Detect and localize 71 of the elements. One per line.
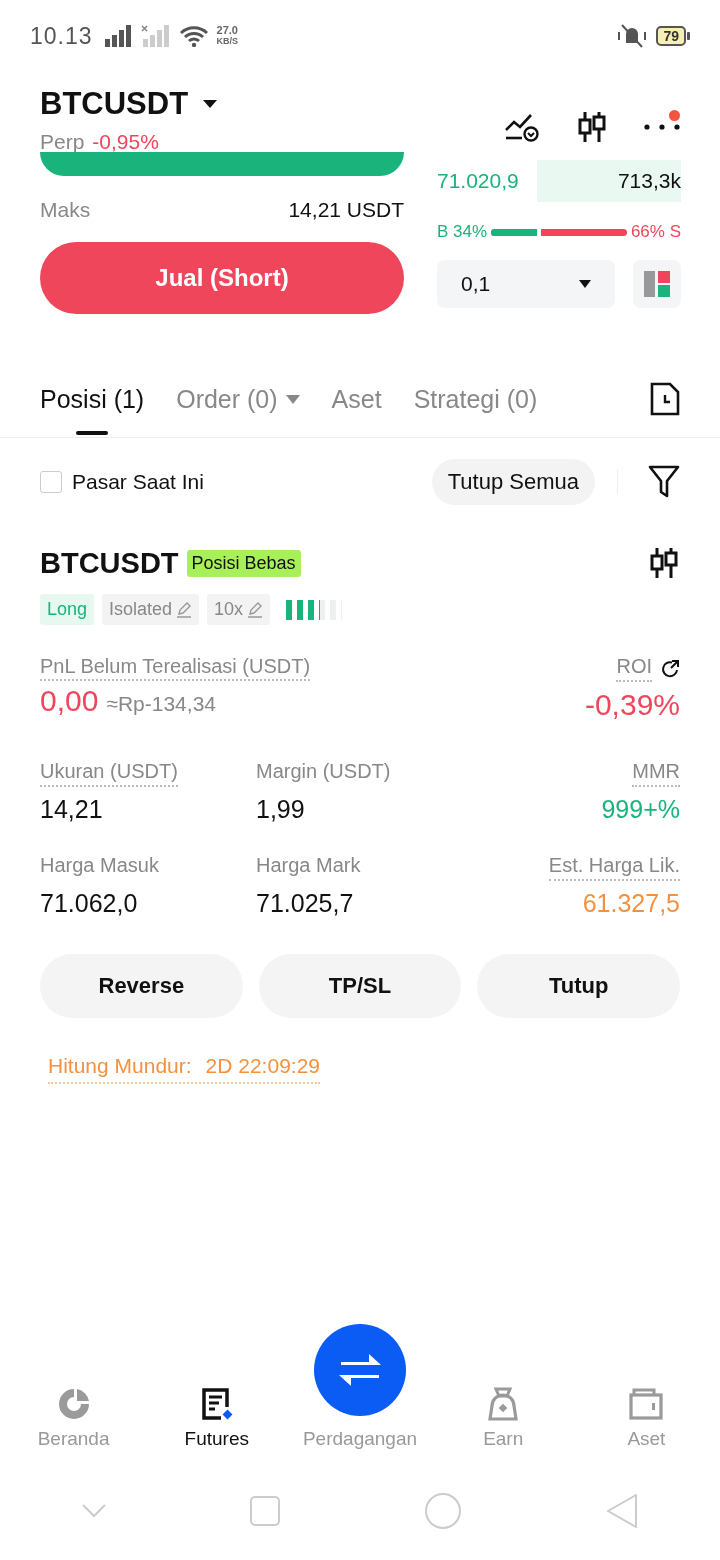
position-badge: Posisi Bebas (186, 549, 301, 577)
order-volume: 713,3k (537, 160, 681, 202)
stat-value: 14,21 (40, 795, 103, 824)
roi-value: -0,39% (584, 688, 680, 722)
position-symbol: BTCUSDT (40, 546, 179, 580)
symbol-title[interactable]: BTCUSDT (40, 86, 189, 122)
side-tag: Long (40, 594, 95, 625)
candlestick-icon[interactable] (576, 110, 608, 144)
buy-button[interactable] (40, 152, 404, 176)
no-signal-icon (140, 25, 171, 47)
stat-label: Est. Harga Lik. (548, 854, 680, 881)
price-change: -0,95% (92, 130, 159, 154)
stat-label: MMR (632, 760, 680, 787)
share-icon[interactable] (660, 658, 680, 679)
stat-value: 61.327,5 (582, 889, 680, 918)
chart-alert-icon[interactable] (504, 112, 540, 142)
pencil-icon (176, 601, 193, 618)
muted-bell-icon (616, 23, 649, 49)
checkbox[interactable] (40, 471, 62, 493)
sell-ratio: 66% S (630, 222, 681, 242)
layout-icon[interactable] (633, 260, 681, 308)
last-price: 71.020,9 (437, 169, 519, 193)
caret-icon (579, 280, 591, 288)
setting-tag[interactable]: Isolated (102, 594, 200, 625)
nav-tab[interactable]: Beranda (2, 1322, 146, 1450)
nav-tab[interactable]: Earn (431, 1322, 575, 1450)
signal-icon (104, 25, 133, 47)
status-time: 10.13 (30, 22, 93, 50)
pnl-value: 0,00 (40, 684, 99, 718)
wifi-icon (178, 25, 209, 47)
nav-tab[interactable]: Futures (145, 1322, 289, 1450)
contract-type: Perp (40, 130, 85, 154)
history-icon[interactable] (650, 382, 680, 416)
filter-icon[interactable] (648, 465, 680, 499)
roi-label: ROI (616, 655, 652, 682)
stat-label: Margin (USDT) (256, 760, 391, 784)
max-value: 14,21 USDT (288, 198, 404, 222)
action-button[interactable]: Reverse (40, 954, 243, 1018)
position-tab[interactable]: Order (0) (176, 366, 300, 432)
pencil-icon (247, 601, 264, 618)
risk-meter (286, 599, 343, 620)
position-tab[interactable]: Posisi (1) (40, 366, 145, 432)
stat-label: Harga Masuk (40, 854, 159, 878)
buy-ratio: B 34% (437, 222, 488, 242)
stat-value: 999+% (601, 795, 680, 824)
max-label: Maks (40, 198, 91, 222)
more-icon[interactable] (644, 124, 680, 130)
action-button[interactable]: Tutup (477, 954, 680, 1018)
pnl-label: PnL Belum Terealisasi (USDT) (40, 655, 311, 681)
nav-tab[interactable]: Aset (574, 1322, 718, 1450)
position-tab[interactable]: Aset (331, 366, 382, 432)
countdown: Hitung Mundur: 2D 22:09:29 (48, 1054, 320, 1084)
stat-label: Harga Mark (256, 854, 361, 878)
stat-label: Ukuran (USDT) (40, 760, 178, 787)
network-speed-unit: KB/S (216, 36, 239, 47)
pnl-approx-value: ≈Rp-134,34 (106, 692, 216, 716)
network-speed: 27.0 (216, 25, 239, 36)
close-all-button[interactable]: Tutup Semua (431, 459, 595, 505)
action-button[interactable]: TP/SL (258, 954, 462, 1018)
nav-tab[interactable]: Perdagangan (288, 1322, 432, 1450)
caret-icon[interactable] (202, 99, 219, 109)
setting-tag[interactable]: 10x (207, 594, 271, 625)
sell-short-button[interactable]: Jual (Short) (40, 242, 404, 314)
precision-dropdown[interactable]: 0,1 (437, 260, 615, 308)
checkbox-label: Pasar Saat Ini (72, 470, 204, 494)
wallet-icon (628, 1386, 665, 1422)
stat-value: 71.062,0 (40, 889, 138, 918)
stat-value: 1,99 (256, 795, 305, 824)
stat-value: 71.025,7 (256, 889, 354, 918)
candlestick-icon[interactable] (648, 546, 680, 580)
position-tab[interactable]: Strategi (0) (413, 366, 538, 432)
